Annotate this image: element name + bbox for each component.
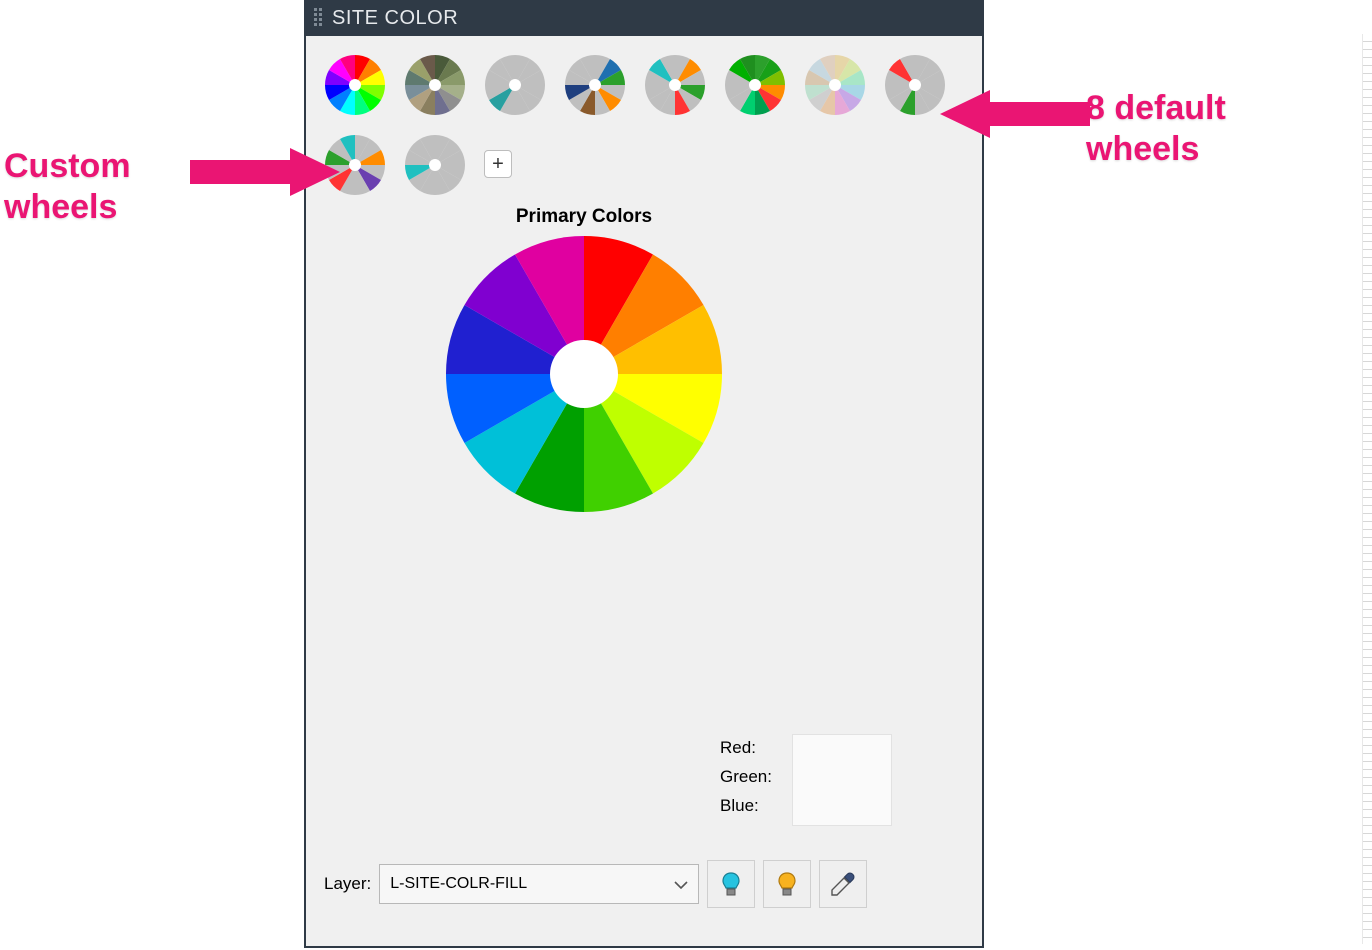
layer-row: Layer: L-SITE-COLR-FILL [324, 860, 867, 908]
panel-title: SITE COLOR [332, 7, 458, 30]
panel-title-bar[interactable]: SITE COLOR [306, 0, 982, 36]
green-label: Green: [720, 763, 772, 792]
preset-wheel-gray-mixed-2[interactable] [644, 54, 706, 116]
eyedropper-icon [829, 870, 857, 898]
preset-wheel-muted-olive[interactable] [404, 54, 466, 116]
panel-body: + Primary Colors Red: Green: Blue: Layer… [306, 36, 982, 946]
main-color-wheel[interactable] [444, 234, 724, 514]
preset-wheel-green-multi[interactable] [724, 54, 786, 116]
grip-icon [314, 8, 324, 28]
site-color-panel: SITE COLOR + Primary Colors Red: Green: … [304, 0, 984, 948]
main-wheel-area: Primary Colors [384, 206, 784, 514]
red-label: Red: [720, 734, 772, 763]
annotation-default-wheels: 8 defaultwheels [1086, 88, 1226, 170]
preset-wheel-primary-colors[interactable] [324, 54, 386, 116]
custom-wheel-custom-2[interactable] [404, 134, 466, 196]
preset-wheel-gray-mixed-1[interactable] [564, 54, 626, 116]
bulb-orange-button[interactable] [763, 860, 811, 908]
background-ruler [1362, 34, 1372, 944]
layer-select[interactable]: L-SITE-COLR-FILL [379, 864, 699, 904]
eyedropper-button[interactable] [819, 860, 867, 908]
wheel-presets-row: + [324, 54, 964, 196]
main-wheel-title: Primary Colors [384, 206, 784, 228]
cyan-bulb-icon [717, 870, 745, 898]
bulb-blue-button[interactable] [707, 860, 755, 908]
color-swatch [792, 734, 892, 826]
chevron-down-icon [674, 878, 688, 892]
orange-bulb-icon [773, 870, 801, 898]
preset-wheel-gray-teal[interactable] [484, 54, 546, 116]
add-wheel-button[interactable]: + [484, 150, 512, 178]
preset-wheel-pastel[interactable] [804, 54, 866, 116]
arrow-default-wheels-icon [940, 84, 1090, 144]
annotation-custom-wheels: Customwheels [4, 146, 131, 228]
rgb-readout: Red: Green: Blue: [720, 734, 892, 826]
arrow-custom-wheels-icon [190, 142, 340, 202]
blue-label: Blue: [720, 792, 772, 821]
layer-selected-value: L-SITE-COLR-FILL [390, 875, 527, 893]
layer-label: Layer: [324, 874, 371, 894]
preset-wheel-gray-rg[interactable] [884, 54, 946, 116]
